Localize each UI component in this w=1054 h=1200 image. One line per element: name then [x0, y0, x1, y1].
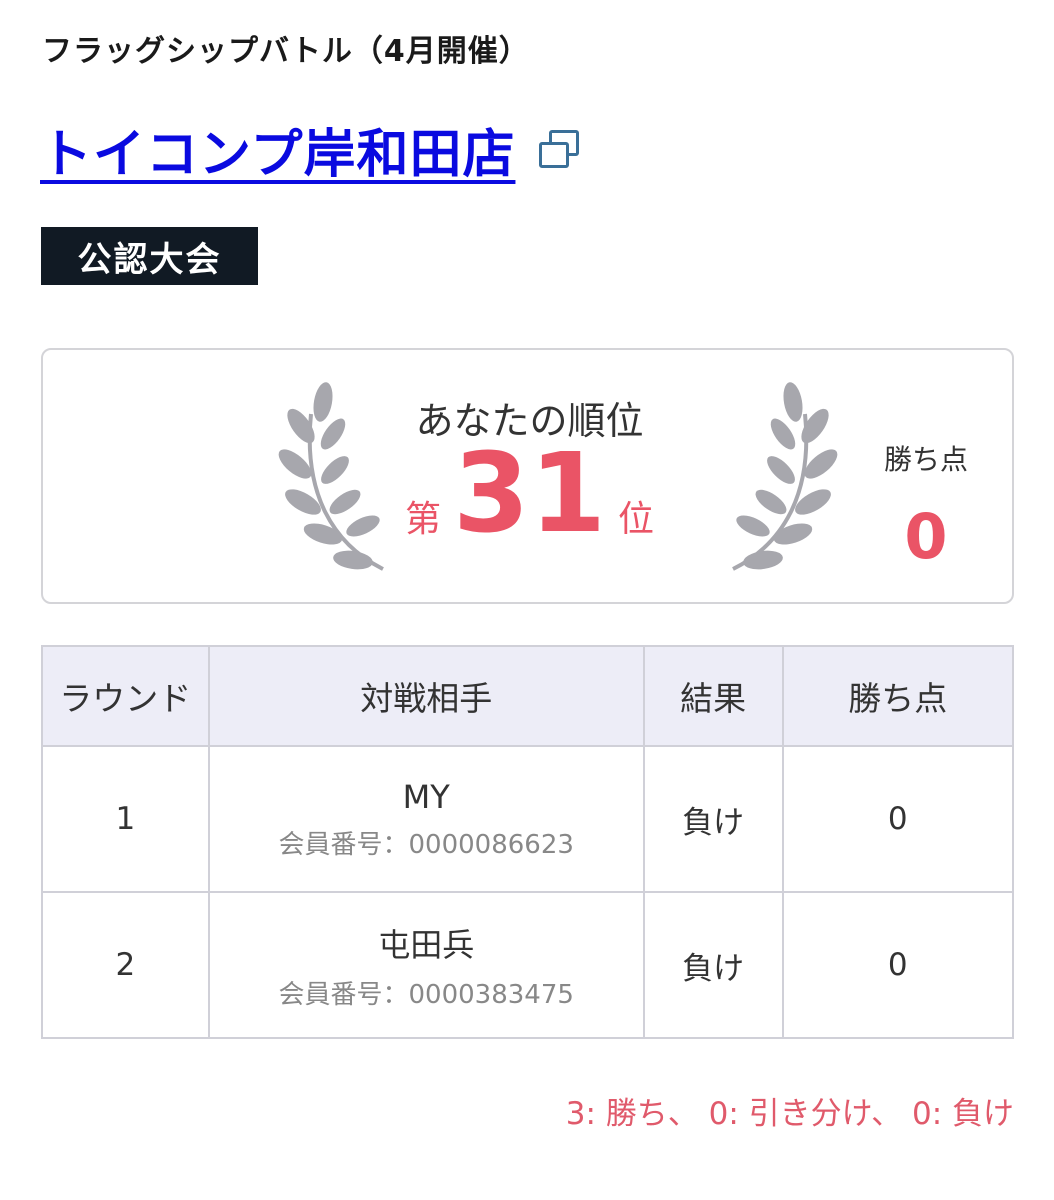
header-opponent: 対戦相手	[207, 645, 645, 747]
member-number: 会員番号：0000383475	[210, 974, 643, 1011]
opponent-cell: 屯田兵 会員番号：0000383475	[207, 891, 645, 1039]
header-result: 結果	[642, 645, 784, 747]
member-number-value: 0000383475	[408, 979, 574, 1010]
header-round: ラウンド	[41, 645, 210, 747]
result-cell: 負け	[642, 891, 784, 1039]
points-label: 勝ち点	[883, 443, 968, 476]
round-cell: 2	[41, 891, 210, 1039]
store-link[interactable]: トイコンプ岸和田店	[40, 112, 515, 187]
rank-prefix: 第	[404, 499, 441, 540]
opponent-name: MY	[402, 777, 450, 816]
member-number-value: 0000086623	[408, 829, 574, 860]
store-row: トイコンプ岸和田店	[40, 112, 583, 187]
member-number-label: 会員番号：	[278, 829, 409, 860]
opponent-name: 屯田兵	[378, 925, 475, 964]
table-header-row: ラウンド 対戦相手 結果 勝ち点	[41, 645, 1015, 747]
table-row: 1 MY 会員番号：0000086623 負け 0	[41, 745, 1015, 893]
results-table: ラウンド 対戦相手 結果 勝ち点 1 MY 会員番号：0000086623 負け…	[41, 645, 1015, 1039]
member-number: 会員番号：0000086623	[210, 824, 643, 861]
rank-suffix: 位	[618, 499, 655, 540]
points-value: 0	[904, 500, 948, 573]
opponent-cell: MY 会員番号：0000086623	[207, 745, 645, 893]
table-row: 2 屯田兵 会員番号：0000383475 負け 0	[41, 891, 1015, 1039]
header-points: 勝ち点	[781, 645, 1015, 747]
points-legend: 3: 勝ち、 0: 引き分け、 0: 負け	[565, 1096, 1014, 1132]
points-cell: 0	[781, 745, 1015, 893]
external-window-icon[interactable]	[537, 126, 583, 172]
member-number-label: 会員番号：	[278, 979, 409, 1010]
rank-value: 31	[452, 429, 607, 557]
event-title: フラッグシップバトル（4月開催）	[42, 34, 530, 69]
official-tournament-badge: 公認大会	[41, 227, 258, 285]
points-cell: 0	[781, 891, 1015, 1039]
result-cell: 負け	[642, 745, 784, 893]
round-cell: 1	[41, 745, 210, 893]
rank-card: あなたの順位 第 31 位 勝ち点 0	[41, 348, 1014, 604]
